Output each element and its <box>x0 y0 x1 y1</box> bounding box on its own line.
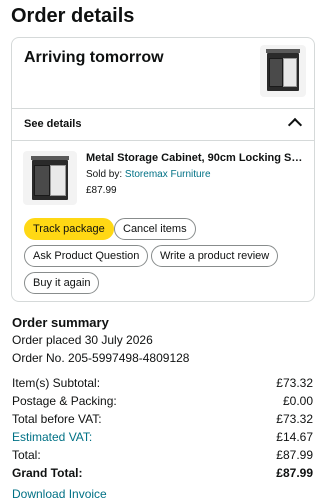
summary-value: £0.00 <box>282 394 313 408</box>
ask-product-question-button[interactable]: Ask Product Question <box>24 245 149 267</box>
estimated-vat-link[interactable]: Estimated VAT: <box>12 430 92 444</box>
page-title: Order details <box>11 5 135 27</box>
cancel-items-button[interactable]: Cancel items <box>114 218 196 240</box>
chevron-up-icon[interactable] <box>287 117 303 133</box>
item-title[interactable]: Metal Storage Cabinet, 90cm Locking Stee… <box>86 152 304 164</box>
write-review-button[interactable]: Write a product review <box>151 245 279 267</box>
seller-link[interactable]: Storemax Furniture <box>125 169 211 180</box>
summary-value: £73.32 <box>276 376 313 390</box>
delivery-status: Arriving tomorrow <box>24 49 164 66</box>
item-product-image[interactable] <box>23 151 77 205</box>
sold-by-label: Sold by: <box>86 169 125 180</box>
summary-value: £14.67 <box>276 430 313 444</box>
shipment-card: Arriving tomorrow See details Metal Stor… <box>11 37 315 302</box>
buy-again-button[interactable]: Buy it again <box>24 272 100 294</box>
summary-row-before-vat: Total before VAT: £73.32 <box>12 412 313 426</box>
summary-row-postage: Postage & Packing: £0.00 <box>12 394 313 408</box>
summary-label: Grand Total: <box>12 466 83 480</box>
summary-row-grand-total: Grand Total: £87.99 <box>12 466 313 480</box>
summary-label: Total before VAT: <box>12 412 102 426</box>
order-summary-title: Order summary <box>12 315 109 330</box>
item-price: £87.99 <box>86 185 117 196</box>
summary-value: £73.32 <box>276 412 313 426</box>
order-placed: Order placed 30 July 2026 <box>12 333 153 347</box>
sold-by: Sold by: Storemax Furniture <box>86 169 211 180</box>
download-invoice-link[interactable]: Download Invoice <box>12 487 107 500</box>
divider <box>12 108 314 109</box>
summary-row-vat: Estimated VAT: £14.67 <box>12 430 313 444</box>
see-details-toggle[interactable]: See details <box>24 118 81 130</box>
summary-label: Postage & Packing: <box>12 394 117 408</box>
cabinet-image <box>267 53 299 91</box>
summary-label: Item(s) Subtotal: <box>12 376 101 390</box>
shipment-product-image[interactable] <box>260 45 306 97</box>
summary-label: Total: <box>12 448 41 462</box>
cabinet-image <box>32 160 68 200</box>
divider <box>12 140 314 141</box>
summary-row-subtotal: Item(s) Subtotal: £73.32 <box>12 376 313 390</box>
summary-value: £87.99 <box>276 448 313 462</box>
track-package-button[interactable]: Track package <box>24 218 114 240</box>
summary-value: £87.99 <box>276 466 313 480</box>
order-number: Order No. 205-5997498-4809128 <box>12 351 190 365</box>
summary-row-total: Total: £87.99 <box>12 448 313 462</box>
